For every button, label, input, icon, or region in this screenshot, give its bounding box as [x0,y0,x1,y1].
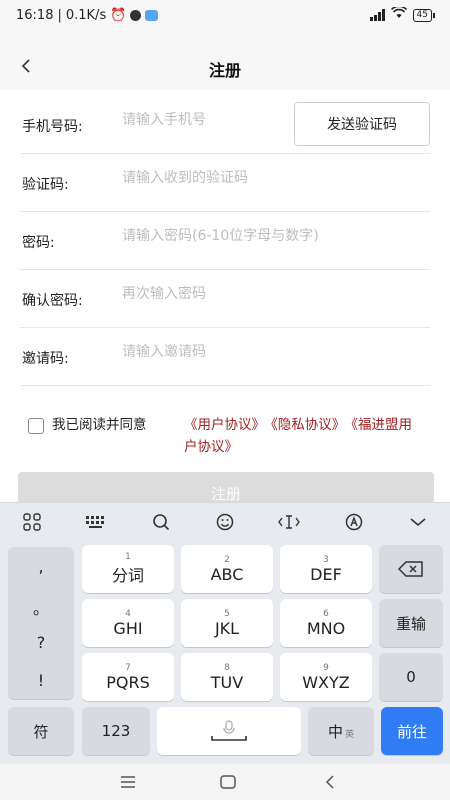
key-9-num: 9 [323,662,329,673]
punct-exclaim[interactable]: ! [8,671,74,690]
key-7-num: 7 [125,662,131,673]
confirm-password-input[interactable] [122,286,392,302]
phone-input[interactable] [122,112,282,128]
key-5[interactable]: 5 JKL [181,599,273,647]
symbol-key[interactable]: 符 [8,707,74,755]
password-row: 密码: [20,212,430,270]
alarm-icon: ⏰ [110,8,127,23]
key-7-label: PQRS [106,672,150,692]
collapse-icon[interactable] [403,507,433,537]
go-label: 前往 [396,722,427,741]
key-2[interactable]: 2 ABC [181,545,273,593]
status-net-speed: 0.1K/s [65,8,107,23]
code-row: 验证码: [20,154,430,212]
key-1-num: 1 [125,552,131,562]
key-6[interactable]: 6 MNO [280,599,372,647]
confirm-password-label: 确认密码: [22,293,83,309]
home-icon[interactable] [216,772,240,792]
password-input[interactable] [122,228,422,244]
status-left: 16:18 | 0.1K/s ⏰ [16,8,159,23]
key-3[interactable]: 3 DEF [280,545,372,593]
status-bar: 16:18 | 0.1K/s ⏰ 45 [0,0,450,34]
numbers-key[interactable]: 123 [82,707,150,755]
user-agreement-link[interactable]: 《用户协议》 [184,417,265,433]
invite-code-label: 邀请码: [22,351,69,367]
key-8-num: 8 [224,662,230,673]
reenter-label: 重输 [395,614,426,633]
key-9[interactable]: 9 WXYZ [280,653,372,701]
punct-period[interactable]: 。 [8,595,74,619]
key-8-label: TUV [210,672,244,692]
agree-checkbox[interactable] [28,418,44,434]
key-5-label: JKL [214,618,240,638]
menu-icon[interactable] [116,772,140,792]
invite-code-row: 邀请码: [20,328,430,386]
status-time: 16:18 [16,8,54,23]
status-divider: | [57,8,62,23]
cursor-icon[interactable] [274,507,304,537]
microphone-icon [211,720,247,741]
app-notification-icon [145,10,159,21]
signal-icon [369,9,385,21]
symbol-label: 符 [33,722,49,741]
backspace-key[interactable] [379,545,443,593]
backspace-icon [398,561,423,577]
key-4[interactable]: 4 GHI [82,599,174,647]
invite-code-input[interactable] [122,344,392,360]
code-label: 验证码: [22,177,69,193]
phone-label: 手机号码: [22,119,83,135]
keyboard-icon[interactable] [81,507,111,537]
register-label: 注册 [210,484,241,503]
send-code-button[interactable]: 发送验证码 [294,102,430,146]
key-3-label: DEF [310,564,342,584]
reenter-key[interactable]: 重输 [379,599,443,647]
key-9-label: WXYZ [302,672,350,692]
emoji-icon[interactable] [210,507,240,537]
search-icon[interactable] [146,507,176,537]
privacy-agreement-link[interactable]: 《隐私协议》 [271,417,345,433]
numbers-label: 123 [101,722,131,740]
status-right: 45 [369,5,436,23]
go-key[interactable]: 前往 [381,707,443,755]
key-4-label: GHI [113,618,143,638]
grid-icon[interactable] [17,507,47,537]
punct-comma[interactable]: , [8,557,74,576]
keyboard-toolbar [0,503,450,541]
wifi-icon [390,5,407,23]
notification-dot-icon [130,10,142,21]
handwrite-icon[interactable] [339,507,369,537]
key-1[interactable]: 1 分词 [82,545,174,593]
header-spacer [0,34,450,44]
key-3-num: 3 [323,554,329,565]
password-label: 密码: [22,235,55,251]
key-2-num: 2 [224,554,230,565]
punctuation-column[interactable]: , 。 ? ! [8,547,74,699]
agree-text: 我已阅读并同意 [52,417,147,433]
lang-sub-label: 英 [345,729,355,740]
zero-label: 0 [406,668,416,686]
punct-question[interactable]: ? [8,633,74,652]
language-key[interactable]: 中 英 [308,707,374,755]
key-6-num: 6 [323,608,329,619]
header: 注册 [0,44,450,90]
key-5-num: 5 [224,608,230,619]
key-8[interactable]: 8 TUV [181,653,273,701]
key-6-label: MNO [306,618,346,638]
zero-key[interactable]: 0 [379,653,443,701]
keyboard: , 。 ? ! 1 分词 2 ABC 3 DEF 4 GHI 5 JKL 6 M… [0,502,450,764]
code-input[interactable] [122,170,392,186]
key-1-label: 分词 [111,566,144,585]
agreement-links: 《用户协议》 《隐私协议》 《福进盟用户协议》 [184,414,424,458]
lang-label: 中 [327,722,343,741]
page-title: 注册 [208,61,241,80]
key-7[interactable]: 7 PQRS [82,653,174,701]
system-nav-bar [0,764,450,800]
back-nav-icon[interactable] [318,772,342,792]
space-key[interactable] [157,707,301,755]
key-4-num: 4 [125,608,131,619]
confirm-password-row: 确认密码: [20,270,430,328]
key-2-label: ABC [210,564,244,584]
phone-row: 手机号码: 发送验证码 [20,96,430,154]
battery-icon: 45 [412,8,436,22]
